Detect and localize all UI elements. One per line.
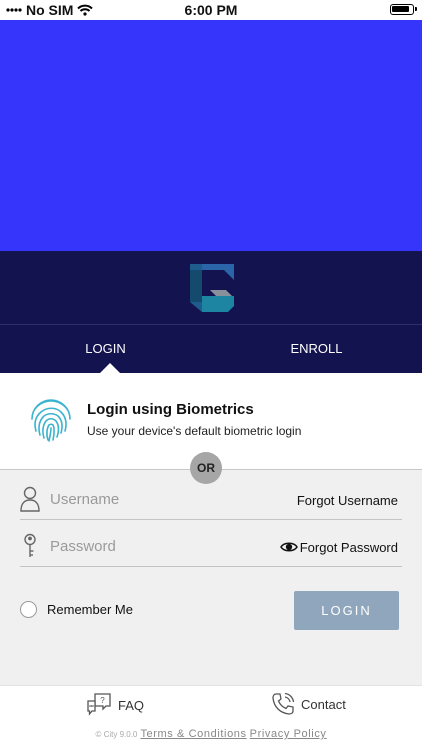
remember-me-toggle[interactable]: Remember Me (20, 601, 133, 618)
username-row: Forgot Username (20, 480, 402, 520)
svg-text:?: ? (100, 696, 105, 705)
biometric-subtitle: Use your device's default biometric logi… (87, 424, 302, 438)
terms-link[interactable]: Terms & Conditions (140, 728, 246, 740)
eye-icon[interactable] (280, 540, 298, 554)
password-input[interactable] (50, 535, 250, 557)
remember-me-label: Remember Me (47, 602, 133, 617)
username-input[interactable] (50, 488, 250, 510)
faq-label: FAQ (118, 697, 145, 713)
status-time: 6:00 PM (184, 2, 238, 18)
auth-tabs: LOGIN ENROLL (0, 324, 422, 373)
user-icon (20, 486, 40, 512)
key-icon (24, 533, 36, 557)
contact-label: Contact (301, 696, 346, 712)
battery-icon (390, 4, 417, 15)
tab-enroll[interactable]: ENROLL (211, 325, 422, 374)
hero-banner (0, 20, 422, 251)
footer-legal-row: © City 9.0.0 Terms & Conditions Privacy … (0, 728, 422, 740)
forgot-password-link[interactable]: Forgot Password (300, 540, 398, 555)
biometric-title: Login using Biometrics (87, 401, 254, 418)
forgot-username-link[interactable]: Forgot Username (297, 493, 398, 508)
phone-icon (272, 692, 295, 715)
login-button[interactable]: LOGIN (294, 591, 399, 630)
app-logo (190, 264, 234, 312)
faq-chat-icon: ? (87, 693, 111, 716)
remember-me-radio[interactable] (20, 601, 37, 618)
faq-link[interactable]: ? FAQ (86, 692, 144, 718)
app-version: © City 9.0.0 (95, 730, 138, 739)
status-bar: No SIM 6:00 PM (0, 0, 422, 20)
contact-link[interactable]: Contact (271, 692, 346, 716)
active-tab-indicator (100, 363, 120, 373)
fingerprint-icon (31, 399, 71, 442)
footer: ? FAQ Contact © City 9.0.0 Terms & Condi… (0, 685, 422, 750)
privacy-link[interactable]: Privacy Policy (250, 728, 327, 740)
password-row: Forgot Password (20, 527, 402, 567)
